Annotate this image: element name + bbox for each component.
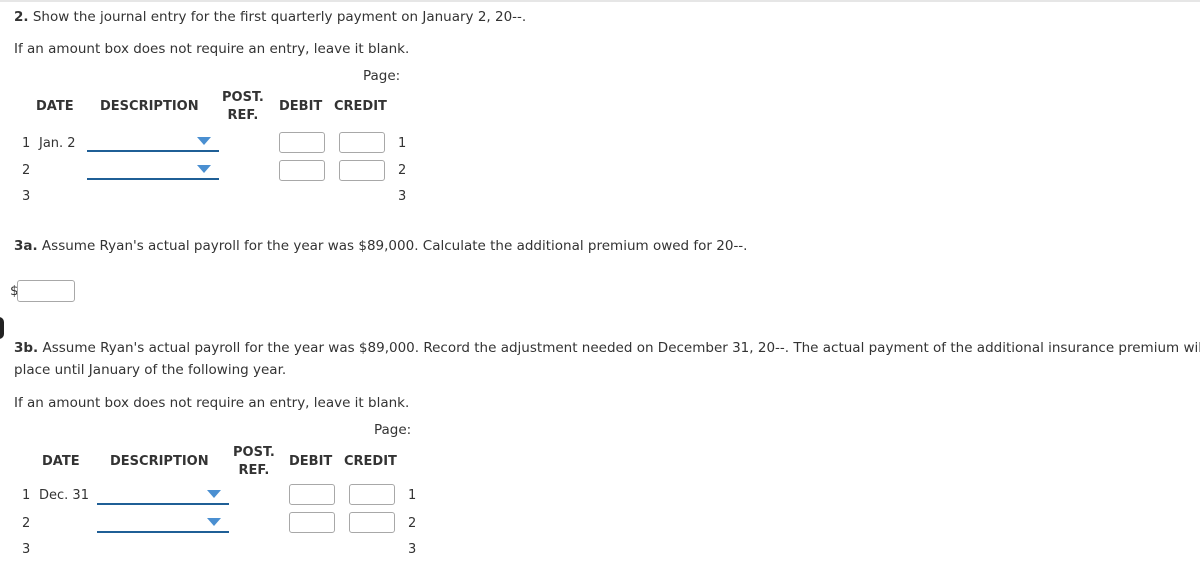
header-post-ref-line2: REF.: [227, 108, 259, 123]
entry-date: Jan. 2: [39, 136, 76, 151]
debit-input[interactable]: [279, 160, 325, 181]
question-3b-prompt-line2: place until January of the following yea…: [14, 362, 287, 378]
line-number: 3: [22, 189, 31, 204]
line-number-right: 1: [398, 136, 407, 151]
scroll-edge-marker: [0, 317, 4, 339]
line-number: 2: [22, 163, 31, 178]
credit-input[interactable]: [339, 160, 385, 181]
description-dropdown[interactable]: [97, 487, 229, 505]
line-number-right: 3: [398, 189, 407, 204]
question-3b-prompt: 3b. Assume Ryan's actual payroll for the…: [14, 340, 1200, 356]
question-3b-instruction: If an amount box does not require an ent…: [14, 395, 410, 411]
dropdown-arrow-icon: [207, 518, 221, 526]
credit-input[interactable]: [349, 484, 395, 505]
header-credit: CREDIT: [334, 99, 387, 114]
header-description: DESCRIPTION: [100, 99, 199, 114]
entry-date: Dec. 31: [39, 488, 89, 503]
header-debit: DEBIT: [289, 454, 333, 469]
question-text: Assume Ryan's actual payroll for the yea…: [37, 238, 748, 254]
dropdown-arrow-icon: [197, 165, 211, 173]
header-post-ref: POST. REF.: [233, 444, 275, 480]
question-2-prompt: 2. Show the journal entry for the first …: [14, 9, 526, 25]
header-description: DESCRIPTION: [110, 454, 209, 469]
header-debit: DEBIT: [279, 99, 323, 114]
question-text: Show the journal entry for the first qua…: [28, 9, 527, 25]
header-date: DATE: [42, 454, 80, 469]
description-dropdown[interactable]: [87, 162, 219, 180]
description-dropdown[interactable]: [87, 134, 219, 152]
header-post-ref-line1: POST.: [233, 445, 275, 460]
header-post-ref: POST. REF.: [222, 89, 264, 125]
dropdown-arrow-icon: [197, 137, 211, 145]
line-number-right: 2: [398, 163, 407, 178]
line-number-right: 3: [408, 542, 417, 557]
page-label: Page:: [374, 422, 412, 438]
line-number: 1: [22, 136, 31, 151]
line-number: 1: [22, 488, 31, 503]
debit-input[interactable]: [289, 484, 335, 505]
line-number-right: 2: [408, 516, 417, 531]
header-credit: CREDIT: [344, 454, 397, 469]
question-number: 3b.: [14, 340, 39, 356]
additional-premium-input[interactable]: [17, 280, 75, 302]
page-label: Page:: [363, 68, 401, 84]
debit-input[interactable]: [289, 512, 335, 533]
credit-input[interactable]: [339, 132, 385, 153]
header-post-ref-line2: REF.: [238, 463, 270, 478]
debit-input[interactable]: [279, 132, 325, 153]
question-3a-prompt: 3a. Assume Ryan's actual payroll for the…: [14, 238, 747, 254]
question-number: 2.: [14, 9, 29, 25]
credit-input[interactable]: [349, 512, 395, 533]
line-number: 3: [22, 542, 31, 557]
line-number-right: 1: [408, 488, 417, 503]
header-date: DATE: [36, 99, 74, 114]
description-dropdown[interactable]: [97, 515, 229, 533]
question-2-instruction: If an amount box does not require an ent…: [14, 41, 410, 57]
header-post-ref-line1: POST.: [222, 90, 264, 105]
line-number: 2: [22, 516, 31, 531]
top-divider: [0, 0, 1200, 2]
question-number: 3a.: [14, 238, 38, 254]
dropdown-arrow-icon: [207, 490, 221, 498]
question-text: Assume Ryan's actual payroll for the yea…: [38, 340, 1200, 356]
